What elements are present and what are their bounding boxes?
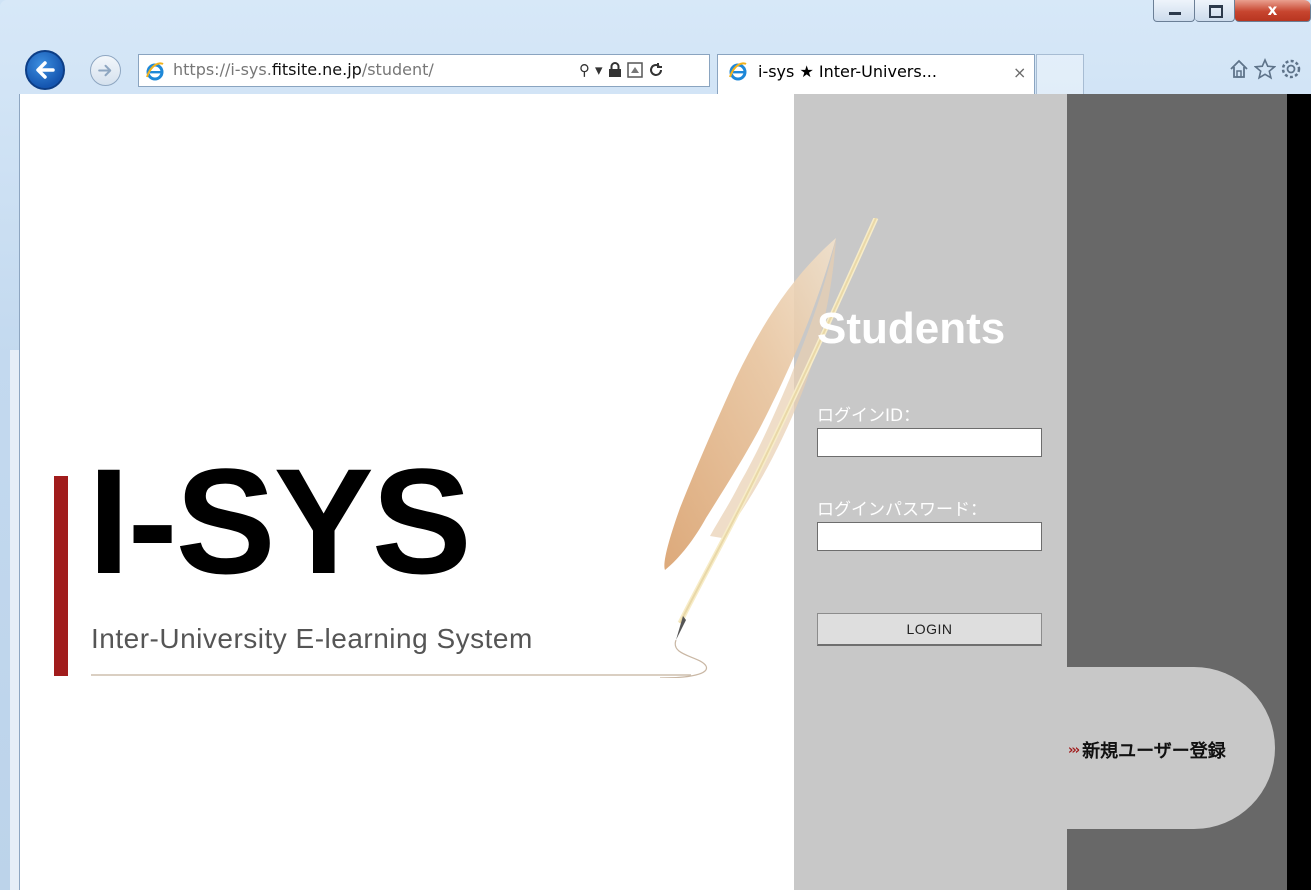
ie-icon — [146, 62, 164, 81]
register-label: 新規ユーザー登録 — [1082, 741, 1226, 762]
black-edge-strip — [1287, 94, 1311, 890]
window-side-strip — [10, 350, 19, 890]
home-icon[interactable] — [1228, 58, 1250, 80]
site-logo: I-SYS — [88, 437, 472, 605]
search-icon[interactable]: ⚲ — [579, 61, 590, 79]
tab-isys[interactable]: i-sys ★ Inter-Univers... × — [717, 54, 1035, 94]
maximize-button[interactable] — [1195, 0, 1235, 22]
settings-icon[interactable] — [1280, 58, 1302, 80]
new-tab-button[interactable] — [1036, 54, 1084, 94]
forward-button[interactable] — [90, 55, 121, 86]
tagline-underline — [91, 674, 691, 676]
page-content: I-SYS Inter-University E-learning System… — [19, 94, 1311, 890]
password-label: ログインパスワード： — [817, 500, 987, 520]
password-input[interactable] — [817, 522, 1042, 551]
url-text: https://i-sys.fitsite.ne.jp/student/ — [173, 60, 434, 79]
forward-icon — [98, 64, 112, 77]
login-id-label: ログインID： — [817, 406, 921, 426]
favorites-icon[interactable] — [1254, 58, 1276, 80]
logo-accent-bar — [54, 476, 68, 676]
login-button[interactable]: LOGIN — [817, 613, 1042, 646]
back-icon — [36, 61, 55, 79]
register-arrow-icon: ››› — [1068, 742, 1080, 758]
browser-window: x https://i-sys.fitsite.ne.jp/student/ ⚲… — [0, 0, 1311, 890]
tagline: Inter-University E-learning System — [91, 623, 533, 654]
login-id-input[interactable] — [817, 428, 1042, 457]
back-button[interactable] — [25, 50, 65, 90]
address-bar[interactable]: https://i-sys.fitsite.ne.jp/student/ ⚲ ▾ — [138, 54, 710, 87]
close-window-button[interactable]: x — [1235, 0, 1311, 22]
compat-icon[interactable] — [626, 62, 643, 78]
refresh-icon[interactable] — [648, 62, 664, 78]
lock-icon[interactable] — [608, 62, 622, 78]
students-heading: Students — [817, 304, 1006, 353]
register-link[interactable]: ››› 新規ユーザー登録 — [1068, 737, 1226, 763]
tab-title: i-sys ★ Inter-Univers... — [758, 62, 937, 81]
minimize-button[interactable] — [1153, 0, 1195, 22]
dropdown-icon[interactable]: ▾ — [595, 61, 603, 79]
tab-close-icon[interactable]: × — [1013, 63, 1026, 82]
ie-icon — [729, 62, 747, 81]
